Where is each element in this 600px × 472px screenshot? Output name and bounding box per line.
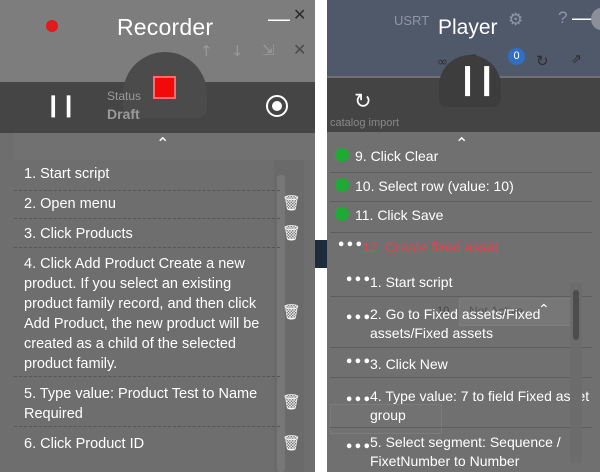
user-company-label: USRT xyxy=(394,13,430,28)
scrollbar-thumb[interactable] xyxy=(573,290,579,340)
recorder-title: Recorder xyxy=(117,14,214,40)
list-item[interactable]: 3. Click New xyxy=(370,355,592,374)
trash-icon[interactable]: 🗑 xyxy=(282,224,301,242)
divider xyxy=(14,218,280,219)
player-title: Player xyxy=(438,16,498,39)
arrow-down-icon[interactable]: ↓ xyxy=(231,42,244,60)
status-label: Status xyxy=(107,89,142,103)
list-item[interactable]: 11. Click Save xyxy=(355,205,590,225)
more-icon[interactable]: ••• xyxy=(337,238,363,253)
list-item[interactable]: 4. Type value: 7 to field Fixed asset gr… xyxy=(370,387,592,425)
restart-icon[interactable]: ↻ xyxy=(354,89,372,113)
gear-icon[interactable]: ⚙ xyxy=(508,10,523,30)
player-panel: USRT Player ⚙ ? — ∞ ▮ 0 ↻ ⇗ ❙❙ ↻ catalog… xyxy=(327,0,600,472)
recorder-panel: Recorder — ✕ ↑ ↓ ⇲ ✕ ❙❙ Status Draft ⌃ 1… xyxy=(0,0,315,472)
divider xyxy=(330,427,592,428)
list-item[interactable]: 5. Type value: Product Test to Name Requ… xyxy=(24,384,278,424)
more-icon[interactable]: ••• xyxy=(345,273,371,288)
list-item[interactable]: 2. Go to Fixed assets/Fixed assets/Fixed… xyxy=(370,305,592,343)
trash-icon[interactable]: 🗑 xyxy=(282,194,301,212)
status-value: Draft xyxy=(107,106,140,122)
list-item[interactable]: 3. Click Products xyxy=(24,224,278,244)
divider xyxy=(14,190,280,191)
check-icon xyxy=(335,207,349,221)
divider xyxy=(330,377,592,378)
target-icon-center xyxy=(272,101,282,111)
background-nav-block-2 xyxy=(315,240,327,268)
list-item[interactable]: 9. Click Clear xyxy=(355,146,590,166)
divider xyxy=(14,426,280,427)
stop-recording-button[interactable] xyxy=(153,76,176,99)
trash-icon[interactable]: 🗑 xyxy=(282,303,301,321)
help-icon[interactable]: ? xyxy=(558,8,567,28)
list-item[interactable]: 2. Open menu xyxy=(24,194,278,214)
more-icon[interactable]: ••• xyxy=(345,393,371,408)
divider xyxy=(14,247,280,248)
list-item[interactable]: 6. Click Product ID xyxy=(24,434,278,454)
check-icon xyxy=(335,178,349,192)
expand-icon[interactable]: ⇲ xyxy=(262,41,275,59)
minimize-button[interactable]: — xyxy=(268,6,290,32)
divider xyxy=(14,376,280,377)
divider xyxy=(330,296,592,297)
list-item[interactable]: 4. Click Add Product Create a new produc… xyxy=(24,254,278,374)
open-in-icon[interactable]: ⇗ xyxy=(571,52,582,67)
more-icon[interactable]: ••• xyxy=(345,355,371,370)
refresh-icon[interactable]: ↻ xyxy=(536,52,549,70)
background-catalog-text: catalog import xyxy=(330,117,400,129)
list-item[interactable]: 1. Start script xyxy=(24,164,278,184)
arrow-up-icon[interactable]: ↑ xyxy=(200,42,213,60)
divider xyxy=(330,347,592,348)
close-icon[interactable]: ✕ xyxy=(293,40,306,59)
check-icon xyxy=(335,148,349,162)
close-button[interactable]: ✕ xyxy=(293,5,306,24)
list-item[interactable]: 5. Select segment: Sequence / FixetNumbe… xyxy=(370,433,592,471)
divider xyxy=(330,201,592,202)
notification-badge[interactable]: 0 xyxy=(508,48,525,65)
more-icon[interactable]: ••• xyxy=(345,440,371,455)
pause-icon[interactable]: ❙❙ xyxy=(44,93,78,118)
scrollbar-thumb[interactable] xyxy=(277,175,285,472)
chevron-up-icon[interactable]: ⌃ xyxy=(156,134,169,153)
trash-icon[interactable]: 🗑 xyxy=(282,393,301,411)
trash-icon[interactable]: 🗑 xyxy=(282,434,301,452)
list-item[interactable]: 10. Select row (value: 10) xyxy=(355,176,590,196)
list-item[interactable]: 1. Start script xyxy=(370,273,592,292)
recording-indicator-icon xyxy=(46,20,58,32)
divider xyxy=(330,232,592,233)
list-item-error[interactable]: 12. Create fixed asset xyxy=(362,237,597,257)
more-icon[interactable]: ••• xyxy=(345,311,371,326)
divider xyxy=(330,172,592,173)
pause-playback-button[interactable]: ❙❙ xyxy=(455,62,499,97)
